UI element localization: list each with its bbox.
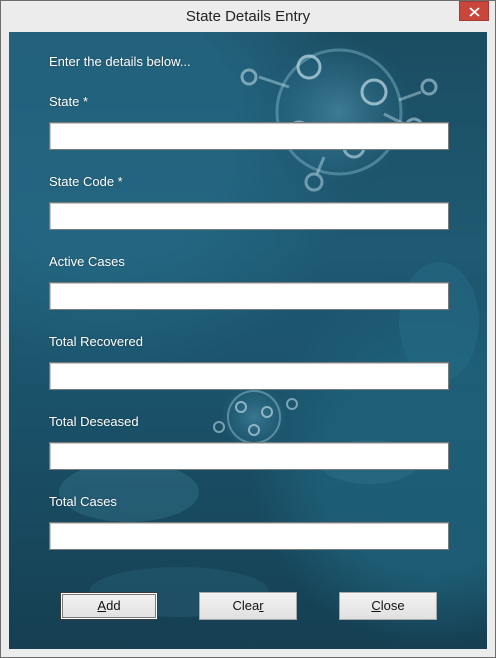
window-close-button[interactable] (459, 1, 489, 21)
state-label: State * (49, 94, 89, 109)
state-code-label: State Code * (49, 174, 123, 189)
clear-button-mnemonic: r (259, 598, 264, 613)
window-title: State Details Entry (185, 8, 311, 25)
total-cases-input[interactable] (49, 522, 449, 550)
total-recovered-input[interactable] (49, 362, 449, 390)
state-code-input[interactable] (49, 202, 449, 230)
form-panel: Enter the details below... State * State… (9, 32, 487, 649)
close-button[interactable]: Close (339, 592, 437, 620)
dialog-window: State Details Entry Enter the details be… (0, 0, 496, 658)
total-cases-label: Total Cases (49, 494, 117, 509)
close-button-mnemonic: C (371, 598, 381, 613)
total-deseased-input[interactable] (49, 442, 449, 470)
total-recovered-label: Total Recovered (49, 334, 143, 349)
title-bar[interactable]: State Details Entry (1, 1, 495, 32)
add-button-label-rest: dd (106, 598, 121, 613)
clear-button-label-pre: Clea (232, 598, 260, 613)
active-cases-input[interactable] (49, 282, 449, 310)
add-button-mnemonic: A (97, 598, 107, 613)
intro-text: Enter the details below... (49, 54, 191, 69)
active-cases-label: Active Cases (49, 254, 125, 269)
total-deseased-label: Total Deseased (49, 414, 139, 429)
virus-large (240, 32, 438, 192)
close-icon (469, 7, 480, 17)
state-input[interactable] (49, 122, 449, 150)
clear-button[interactable]: Clear (199, 592, 297, 620)
close-button-label-rest: lose (380, 598, 405, 613)
add-button[interactable]: Add (60, 592, 158, 620)
